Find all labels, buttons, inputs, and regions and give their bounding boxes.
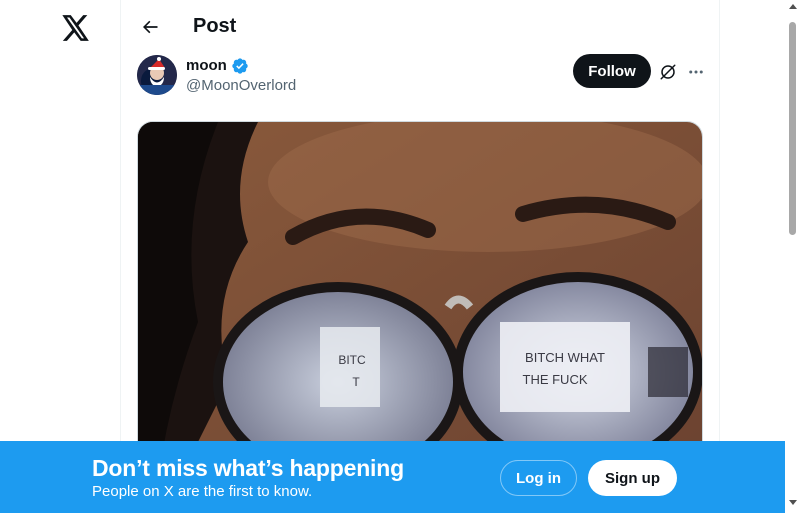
verified-badge-icon [231,57,249,75]
page-scrollbar[interactable] [785,0,800,513]
arrow-left-icon [143,20,158,34]
left-rail [0,0,120,513]
back-button[interactable] [133,10,167,44]
more-button[interactable] [685,61,707,83]
scroll-up-arrow-icon[interactable] [789,4,797,9]
banner-title: Don’t miss what’s happening [92,455,404,481]
svg-text:THE FUCK: THE FUCK [523,372,588,387]
more-horizontal-icon [689,70,703,74]
x-logo-icon[interactable] [61,13,91,43]
signup-button[interactable]: Sign up [588,460,677,496]
selfie-photo: BITCH WHAT THE FUCK BITC T [138,122,702,480]
author-name-link[interactable]: moon [186,56,249,76]
page-title: Post [193,15,237,37]
main-column: Post moon @MoonOverlord Follow BITCH WHA… [120,0,720,513]
reflected-sign-text-left: BITC [338,353,366,367]
scrollbar-thumb[interactable] [789,22,796,235]
post-author-row: moon @MoonOverlord Follow [121,53,719,109]
reflected-sign-text-right: BITCH WHAT [525,350,605,365]
scroll-down-arrow-icon[interactable] [789,500,797,505]
page-header: Post [121,0,719,53]
avatar[interactable] [137,55,177,95]
follow-button[interactable]: Follow [573,54,651,88]
post-media-photo[interactable]: BITCH WHAT THE FUCK BITC T [137,121,703,481]
author-name: moon [186,57,227,74]
author-handle[interactable]: @MoonOverlord [186,76,296,96]
svg-text:T: T [352,375,360,389]
grok-button[interactable] [657,61,679,83]
banner-subtitle: People on X are the first to know. [92,483,313,500]
grok-icon [660,64,676,80]
signup-banner: Don’t miss what’s happening People on X … [0,441,785,513]
login-button[interactable]: Log in [500,460,577,496]
